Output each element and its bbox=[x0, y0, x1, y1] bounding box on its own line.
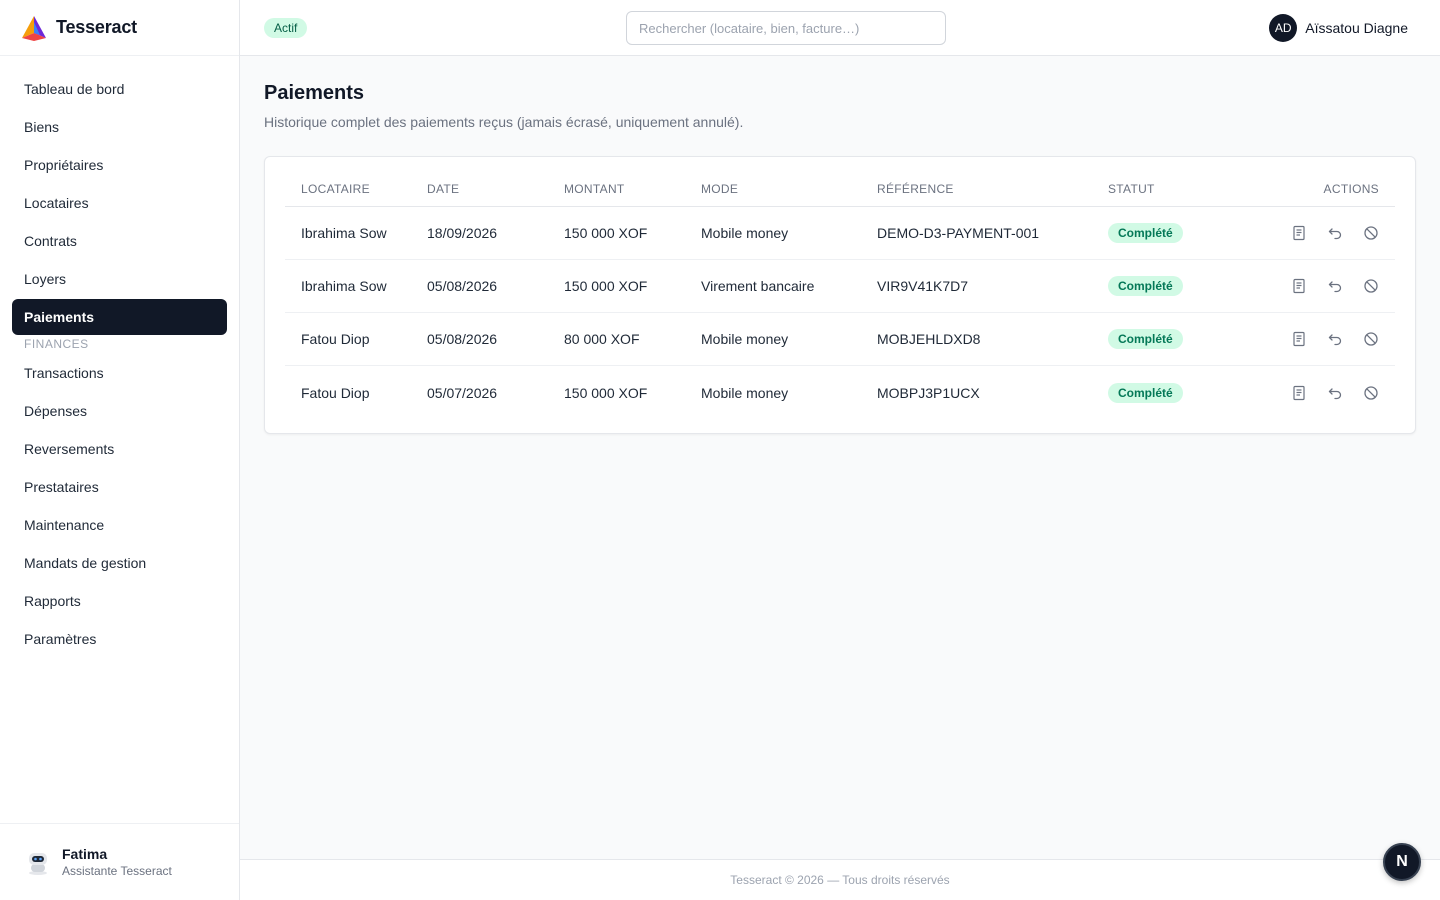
next-devtools-button[interactable]: N bbox=[1383, 843, 1421, 881]
top-header: Actif AD Aïssatou Diagne bbox=[240, 0, 1440, 56]
status-badge: Actif bbox=[264, 18, 308, 38]
cell-actions bbox=[1258, 331, 1395, 347]
sidebar-item-prestataires[interactable]: Prestataires bbox=[12, 469, 227, 505]
sidebar-item-transactions[interactable]: Transactions bbox=[12, 355, 227, 391]
column-header-statut: STATUT bbox=[1108, 181, 1155, 196]
cell-locataire: Ibrahima Sow bbox=[301, 278, 387, 294]
cell-actions bbox=[1258, 278, 1395, 294]
column-header-date: DATE bbox=[427, 181, 460, 196]
sidebar-item-parametres[interactable]: Paramètres bbox=[12, 621, 227, 657]
avatar: AD bbox=[1269, 14, 1298, 42]
sidebar-item-locataires[interactable]: Locataires bbox=[12, 185, 227, 221]
user-menu[interactable]: AD Aïssatou Diagne bbox=[1269, 14, 1408, 42]
table-row: Ibrahima Sow 18/09/2026 150 000 XOF Mobi… bbox=[285, 207, 1395, 260]
search-input[interactable] bbox=[626, 11, 946, 45]
cell-reference: DEMO-D3-PAYMENT-001 bbox=[877, 225, 1040, 241]
cell-actions bbox=[1258, 225, 1395, 241]
sidebar-item-tableau-de-bord[interactable]: Tableau de bord bbox=[12, 71, 227, 107]
status-badge: Complété bbox=[1108, 382, 1183, 403]
undo-icon[interactable] bbox=[1327, 225, 1343, 241]
page-subtitle: Historique complet des paiements reçus (… bbox=[264, 114, 744, 130]
sidebar-item-depenses[interactable]: Dépenses bbox=[12, 393, 227, 429]
cell-statut: Complété bbox=[1108, 276, 1258, 296]
status-badge: Complété bbox=[1108, 276, 1183, 296]
sidebar-item-proprietaires[interactable]: Propriétaires bbox=[12, 147, 227, 183]
assistant-role: Assistante Tesseract bbox=[62, 864, 172, 878]
cell-statut: Complété bbox=[1108, 382, 1258, 403]
sidebar-section-finances: FINANCES bbox=[24, 337, 89, 351]
sidebar: Tesseract Tableau de bord Biens Propriét… bbox=[0, 0, 240, 900]
column-header-montant: MONTANT bbox=[564, 181, 625, 196]
table-row: Fatou Diop 05/08/2026 80 000 XOF Mobile … bbox=[285, 313, 1395, 366]
table-header: LOCATAIRE DATE MONTANT MODE RÉFÉRENCE ST… bbox=[285, 171, 1395, 207]
cell-date: 05/08/2026 bbox=[427, 331, 498, 347]
cell-montant: 80 000 XOF bbox=[564, 331, 640, 347]
undo-icon[interactable] bbox=[1327, 385, 1343, 401]
brand[interactable]: Tesseract bbox=[0, 0, 239, 56]
payments-card: LOCATAIRE DATE MONTANT MODE RÉFÉRENCE ST… bbox=[264, 156, 1416, 434]
cell-mode: Mobile money bbox=[701, 384, 789, 401]
payments-table: LOCATAIRE DATE MONTANT MODE RÉFÉRENCE ST… bbox=[285, 171, 1395, 419]
cell-date: 18/09/2026 bbox=[427, 225, 498, 241]
cell-reference: MOBPJ3P1UCX bbox=[877, 384, 980, 401]
brand-name: Tesseract bbox=[56, 17, 137, 37]
cell-locataire: Fatou Diop bbox=[301, 331, 370, 347]
cell-statut: Complété bbox=[1108, 223, 1258, 243]
sidebar-item-mandats[interactable]: Mandats de gestion bbox=[12, 545, 227, 581]
cancel-icon[interactable] bbox=[1363, 331, 1379, 347]
cell-date: 05/07/2026 bbox=[427, 384, 498, 401]
robot-avatar-icon bbox=[29, 853, 47, 875]
cell-locataire: Fatou Diop bbox=[301, 384, 370, 401]
cell-reference: VIR9V41K7D7 bbox=[877, 278, 969, 294]
cell-statut: Complété bbox=[1108, 329, 1258, 349]
receipt-icon[interactable] bbox=[1291, 385, 1307, 401]
cell-mode: Virement bancaire bbox=[701, 278, 815, 294]
user-name: Aïssatou Diagne bbox=[1305, 20, 1408, 36]
cell-montant: 150 000 XOF bbox=[564, 225, 648, 241]
sidebar-item-maintenance[interactable]: Maintenance bbox=[12, 507, 227, 543]
undo-icon[interactable] bbox=[1327, 331, 1343, 347]
column-header-locataire: LOCATAIRE bbox=[301, 181, 370, 196]
cell-locataire: Ibrahima Sow bbox=[301, 225, 387, 241]
cancel-icon[interactable] bbox=[1363, 225, 1379, 241]
page-title: Paiements bbox=[264, 82, 365, 104]
main-content: Paiements Historique complet des paiemen… bbox=[240, 56, 1440, 859]
cancel-icon[interactable] bbox=[1363, 385, 1379, 401]
sidebar-item-biens[interactable]: Biens bbox=[12, 109, 227, 145]
receipt-icon[interactable] bbox=[1291, 278, 1307, 294]
cell-reference: MOBJEHLDXD8 bbox=[877, 331, 981, 347]
sidebar-item-loyers[interactable]: Loyers bbox=[12, 261, 227, 297]
column-header-actions: ACTIONS bbox=[1323, 181, 1379, 196]
column-header-mode: MODE bbox=[701, 181, 739, 196]
column-header-reference: RÉFÉRENCE bbox=[877, 181, 954, 196]
assistant-name: Fatima bbox=[62, 846, 108, 862]
assistant-panel[interactable]: Fatima Assistante Tesseract bbox=[0, 823, 239, 900]
sidebar-item-contrats[interactable]: Contrats bbox=[12, 223, 227, 259]
cell-date: 05/08/2026 bbox=[427, 278, 498, 294]
receipt-icon[interactable] bbox=[1291, 331, 1307, 347]
tesseract-logo-icon bbox=[22, 15, 46, 41]
cell-montant: 150 000 XOF bbox=[564, 278, 648, 294]
footer: Tesseract © 2026 — Tous droits réservés bbox=[240, 859, 1440, 900]
receipt-icon[interactable] bbox=[1291, 225, 1307, 241]
cell-mode: Mobile money bbox=[701, 225, 789, 241]
table-row: Ibrahima Sow 05/08/2026 150 000 XOF Vire… bbox=[285, 260, 1395, 313]
cell-actions bbox=[1258, 385, 1395, 401]
sidebar-nav: Tableau de bord Biens Propriétaires Loca… bbox=[12, 71, 227, 659]
sidebar-item-rapports[interactable]: Rapports bbox=[12, 583, 227, 619]
status-badge: Complété bbox=[1108, 329, 1183, 349]
status-badge: Complété bbox=[1108, 223, 1183, 243]
sidebar-item-reversements[interactable]: Reversements bbox=[12, 431, 227, 467]
undo-icon[interactable] bbox=[1327, 278, 1343, 294]
sidebar-item-paiements[interactable]: Paiements bbox=[12, 299, 227, 335]
cancel-icon[interactable] bbox=[1363, 278, 1379, 294]
cell-mode: Mobile money bbox=[701, 331, 789, 347]
table-row: Fatou Diop 05/07/2026 150 000 XOF Mobile… bbox=[285, 366, 1395, 419]
cell-montant: 150 000 XOF bbox=[564, 384, 648, 401]
